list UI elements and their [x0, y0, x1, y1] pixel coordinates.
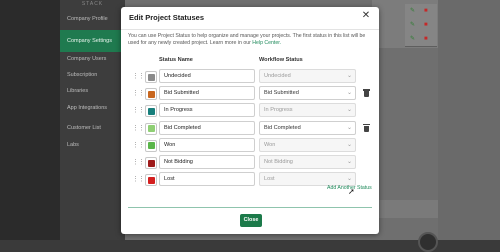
color-swatch-fill: [147, 159, 155, 167]
sidebar-item-app-integrations[interactable]: App Integrations: [60, 97, 125, 119]
workflow-status-select[interactable]: Bid Completed ⌄: [259, 120, 356, 135]
color-swatch-fill: [147, 90, 155, 98]
color-swatch[interactable]: [145, 71, 157, 83]
pencil-icon[interactable]: ✎: [410, 22, 416, 28]
workflow-status-header: Workflow Status: [259, 57, 303, 63]
sidebar-item-labs[interactable]: Labs: [60, 134, 125, 156]
workflow-status-select[interactable]: Won ⌄: [259, 137, 356, 152]
trash-lid: [363, 123, 370, 126]
workflow-status-select[interactable]: Not Bidding ⌄: [259, 155, 356, 169]
chevron-down-icon: ⌄: [346, 124, 352, 131]
status-name-input[interactable]: Bid Completed: [159, 120, 255, 135]
workflow-status-value: Undecided: [264, 73, 291, 79]
color-swatch[interactable]: [145, 105, 157, 118]
color-swatch-fill: [147, 125, 155, 133]
drag-handle-icon[interactable]: ⋮⋮: [132, 73, 145, 81]
workflow-status-value: Lost: [264, 176, 275, 183]
drag-handle-icon[interactable]: ⋮⋮: [132, 107, 145, 115]
help-bubble[interactable]: [418, 232, 438, 252]
chevron-down-icon: ⌄: [346, 90, 352, 97]
workflow-status-select[interactable]: Undecided ⌄: [259, 69, 356, 83]
workflow-status-value: Won: [264, 141, 276, 148]
color-swatch[interactable]: [145, 122, 157, 135]
status-row: ⋮⋮ Won Won ⌄: [121, 137, 379, 154]
drag-handle-icon[interactable]: ⋮⋮: [132, 176, 145, 184]
workflow-status-value: In Progress: [264, 107, 293, 114]
pencil-icon[interactable]: ✎: [410, 36, 416, 42]
chevron-down-icon: ⌄: [346, 107, 352, 114]
workflow-status-value: Bid Submitted: [264, 90, 299, 97]
trash-can: [364, 125, 369, 132]
color-swatch[interactable]: [145, 139, 157, 152]
header-divider: [121, 29, 379, 30]
status-name-input[interactable]: In Progress: [159, 103, 255, 118]
status-name-input[interactable]: Lost: [159, 172, 255, 187]
chevron-down-icon: ⌄: [346, 176, 352, 183]
drag-handle-icon[interactable]: ⋮⋮: [132, 142, 145, 150]
color-swatch-fill: [147, 107, 155, 115]
trash-icon[interactable]: [363, 123, 370, 132]
color-swatch[interactable]: [145, 157, 157, 169]
brand-label: STACK: [81, 1, 104, 7]
trash-icon[interactable]: [363, 89, 370, 98]
sidebar-item-company-profile[interactable]: Company Profile: [60, 8, 125, 30]
modal-title: Edit Project Statuses: [129, 13, 205, 22]
footer-divider: [128, 207, 372, 208]
description-text: You can use Project Status to help organ…: [128, 33, 366, 46]
chevron-down-icon: ⌄: [346, 73, 352, 79]
help-center-link[interactable]: Help Center.: [252, 40, 281, 46]
edit-project-statuses-modal: Edit Project Statuses ✕ You can use Proj…: [121, 7, 379, 234]
chevron-down-icon: ⌄: [346, 159, 352, 165]
modal-description: You can use Project Status to help organ…: [128, 33, 374, 47]
workflow-status-value: Bid Completed: [264, 124, 301, 131]
trash-icon[interactable]: ■: [424, 8, 430, 14]
status-row: ⋮⋮ Undecided Undecided ⌄: [121, 69, 379, 85]
trash-icon[interactable]: ■: [424, 36, 430, 42]
status-name-input[interactable]: Won: [159, 137, 255, 152]
status-name-input[interactable]: Undecided: [159, 69, 255, 83]
color-swatch[interactable]: [145, 174, 157, 187]
workflow-status-select[interactable]: Bid Submitted ⌄: [259, 86, 356, 101]
status-row: ⋮⋮ Bid Submitted Bid Submitted ⌄: [121, 86, 379, 102]
status-row: ⋮⋮ Not Bidding Not Bidding ⌄: [121, 155, 379, 171]
status-row: ⋮⋮ Bid Completed Bid Completed ⌄: [121, 120, 379, 137]
drag-handle-icon[interactable]: ⋮⋮: [132, 90, 145, 98]
close-button[interactable]: Close: [240, 214, 262, 227]
left-strip: [0, 0, 60, 240]
workflow-status-select[interactable]: In Progress ⌄: [259, 103, 356, 118]
color-swatch-fill: [147, 142, 155, 150]
status-name-header: Status Name: [159, 57, 193, 63]
close-icon[interactable]: ✕: [361, 11, 371, 21]
trash-can: [364, 91, 369, 98]
pencil-icon[interactable]: ✎: [410, 8, 416, 14]
drag-handle-icon[interactable]: ⋮⋮: [132, 125, 145, 133]
mouse-cursor-icon: ➚: [348, 187, 355, 196]
color-swatch[interactable]: [145, 88, 157, 101]
color-swatch-fill: [147, 73, 155, 81]
drag-handle-icon[interactable]: ⋮⋮: [132, 159, 145, 167]
status-name-input[interactable]: Bid Submitted: [159, 86, 255, 101]
color-swatch-fill: [147, 176, 155, 184]
status-name-input[interactable]: Not Bidding: [159, 155, 255, 169]
status-row: ⋮⋮ In Progress In Progress ⌄: [121, 103, 379, 119]
chevron-down-icon: ⌄: [346, 141, 352, 148]
workflow-status-value: Not Bidding: [264, 159, 293, 165]
trash-icon[interactable]: ■: [424, 22, 430, 28]
